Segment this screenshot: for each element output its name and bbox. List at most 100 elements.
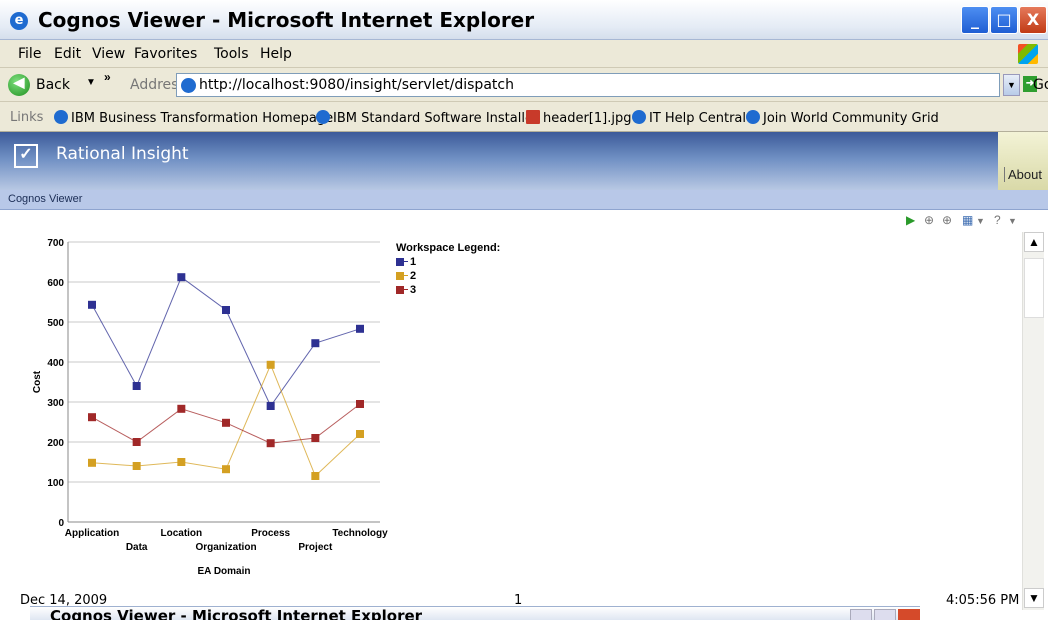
link-world-community-grid[interactable]: Join World Community Grid [746,110,939,126]
address-url: http://localhost:9080/insight/servlet/di… [199,77,514,93]
data-point [132,462,141,470]
data-point [266,360,275,369]
x-tick-label: Data [126,542,148,553]
help-icon[interactable]: ? [994,213,1001,227]
app-brand: Rational Insight [56,144,189,164]
data-point [356,430,364,438]
legend-swatch [396,272,404,280]
data-point [222,306,230,314]
data-point [266,402,275,410]
y-tick-label: 500 [47,318,64,329]
second-window-titlebar[interactable]: Cognos Viewer - Microsoft Internet Explo… [30,606,920,620]
data-point [356,400,364,408]
minimize-button[interactable]: _ [961,6,989,34]
menu-view[interactable]: View [92,46,125,62]
ie-page-icon [54,110,68,124]
data-point [311,472,320,480]
ie-page-icon [632,110,646,124]
x-tick-label: Organization [195,542,256,553]
run-icon[interactable]: ▶ [906,213,915,227]
menu-bar: File Edit View Favorites Tools Help [0,40,1048,68]
menu-tools[interactable]: Tools [214,46,249,62]
page-icon [181,78,196,93]
link-ibm-standard-software[interactable]: IBM Standard Software Installer [316,110,538,126]
data-point [222,465,230,474]
data-point [177,404,186,413]
toolbar-overflow-icon[interactable]: » [104,70,111,84]
title-bar: e Cognos Viewer - Microsoft Internet Exp… [0,0,1048,40]
viewer-label: Cognos Viewer [8,193,83,205]
scroll-up-icon[interactable]: ▲ [1024,232,1044,252]
vertical-scrollbar[interactable]: ▲ ▼ [1022,232,1044,610]
x-tick-label: Application [65,528,119,539]
second-close-button[interactable] [898,609,920,620]
menu-file[interactable]: File [18,46,41,62]
app-banner: ✓ Rational Insight [0,132,1048,190]
ie-page-icon [316,110,330,124]
links-bar: Links IBM Business Transformation Homepa… [0,102,1048,132]
ie-page-icon [746,110,760,124]
ie-icon: e [10,12,28,30]
report-time: 4:05:56 PM [946,593,1020,608]
line-chart: 0 100 200 300 400 500 600 700 Application Data Loc… [32,238,388,577]
windows-logo-icon [1018,44,1038,64]
second-restore-button[interactable] [874,609,896,620]
links-label: Links [10,110,44,125]
y-tick-label: 400 [47,358,64,369]
output-dropdown-icon[interactable]: ▼ [976,216,985,226]
data-point [132,382,141,390]
rational-logo-icon: ✓ [14,144,38,168]
menu-edit[interactable]: Edit [54,46,81,62]
window-title: Cognos Viewer - Microsoft Internet Explo… [38,8,535,32]
second-minimize-button[interactable] [850,609,872,620]
data-point [177,273,186,282]
legend-label: 3 [410,284,417,296]
link-header-jpg[interactable]: header[1].jpg [526,110,631,126]
data-point [356,324,364,333]
about-link[interactable]: About [1004,167,1042,182]
series-line-1 [91,276,361,407]
y-tick-label: 200 [47,438,64,449]
second-window-title: Cognos Viewer - Microsoft Internet Explo… [50,607,423,620]
back-arrow-icon[interactable]: ◀ [8,74,30,96]
data-point [177,458,186,466]
x-tick-label: Location [160,528,202,539]
drill-down-icon[interactable]: ⊕ [924,213,934,227]
x-tick-label: Process [251,528,290,539]
data-point [222,418,230,427]
viewer-toolbar: ▶ ⊕ ⊕ ▦ ▼ ? ▼ [904,213,1044,229]
address-dropdown-icon[interactable]: ▼ [1003,74,1020,96]
data-point [88,458,96,467]
output-format-icon[interactable]: ▦ [962,213,973,227]
back-button[interactable]: Back [36,77,70,93]
help-dropdown-icon[interactable]: ▼ [1008,216,1017,226]
go-button[interactable]: Go [1033,77,1048,93]
data-point [311,434,320,442]
viewer-strip: Cognos Viewer [0,190,1048,210]
address-input[interactable]: http://localhost:9080/insight/servlet/di… [176,73,1000,97]
link-ibm-business-transformation[interactable]: IBM Business Transformation Homepage [54,110,333,126]
y-tick-label: 600 [47,278,64,289]
x-tick-label: Technology [332,528,388,539]
y-tick-label: 0 [58,518,64,529]
link-it-help-central[interactable]: IT Help Central [632,110,746,126]
scroll-down-icon[interactable]: ▼ [1024,588,1044,608]
close-button[interactable]: X [1019,6,1047,34]
data-point [311,339,320,348]
scroll-thumb[interactable] [1024,258,1044,318]
about-pane: About [998,132,1048,190]
x-tick-label: Project [298,542,333,553]
legend-swatch [396,286,404,294]
y-tick-label: 300 [47,398,64,409]
data-point [266,439,275,448]
drill-up-icon[interactable]: ⊕ [942,213,952,227]
restore-button[interactable]: □ [990,6,1018,34]
back-dropdown-icon[interactable]: ▼ [86,77,96,88]
y-tick-label: 700 [47,238,64,249]
data-point [132,438,141,446]
legend-swatch [396,258,404,266]
y-tick-label: 100 [47,478,64,489]
menu-help[interactable]: Help [260,46,292,62]
data-point [88,300,96,309]
menu-favorites[interactable]: Favorites [134,46,197,62]
